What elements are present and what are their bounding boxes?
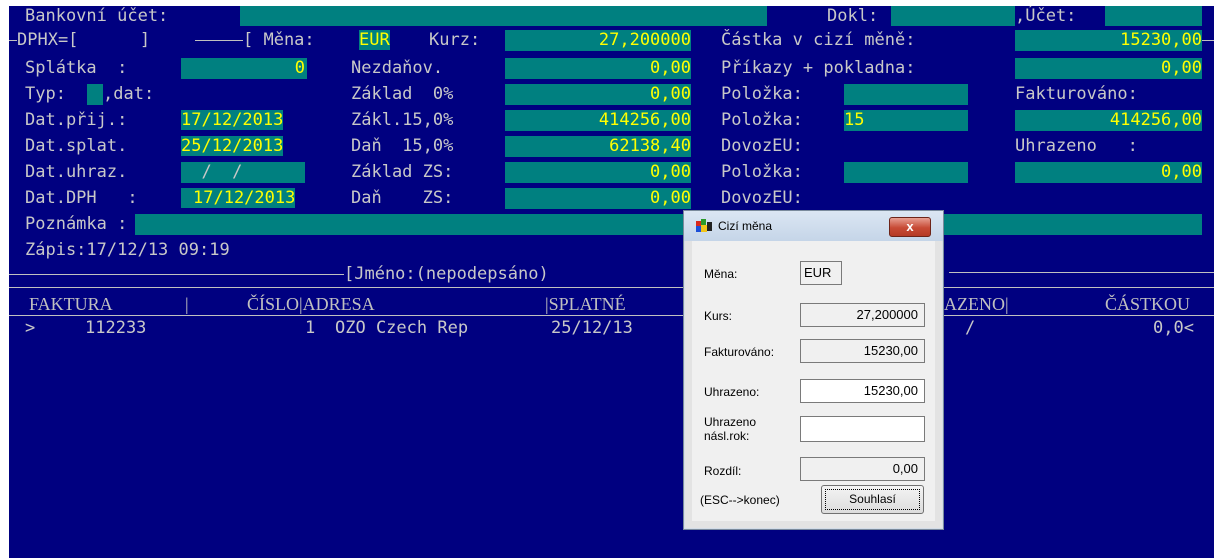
uhrazeno-nasl-label-2: násl.rok: bbox=[704, 429, 750, 443]
zakladzs-value: 0,00 bbox=[650, 162, 691, 182]
rozdil-field[interactable]: 0,00 bbox=[800, 457, 925, 481]
zakl15-label: Zákl.15,0% bbox=[351, 110, 454, 130]
cell-adresa: OZO Czech Rep bbox=[335, 318, 469, 338]
column-castkou[interactable]: ČÁSTKOU bbox=[1105, 293, 1190, 315]
danzs-value: 0,00 bbox=[650, 188, 691, 208]
poznamka-label: Poznámka : bbox=[25, 214, 128, 234]
rozdil-label: Rozdíl: bbox=[704, 464, 742, 478]
column-faktura[interactable]: FAKTURA bbox=[29, 293, 113, 315]
uhrazeno-input[interactable]: 15230,00 bbox=[800, 379, 925, 403]
polozka3-field[interactable] bbox=[844, 162, 968, 183]
fakturovano-label: Fakturováno: bbox=[1015, 84, 1138, 104]
mena-label: [ Měna: bbox=[243, 30, 315, 50]
souhlasi-button[interactable]: Souhlasí bbox=[821, 485, 924, 514]
nezdanov-label: Nezdaňov. bbox=[351, 58, 444, 78]
bank-account-field[interactable] bbox=[240, 6, 767, 26]
divider bbox=[949, 272, 1214, 273]
dialog-title: Cizí měna bbox=[718, 219, 773, 233]
zaklad0-value: 0,00 bbox=[650, 84, 691, 104]
divider bbox=[195, 40, 243, 41]
jmeno-label: [Jméno:(nepodepsáno) bbox=[344, 264, 549, 284]
dan15-value: 62138,40 bbox=[609, 136, 691, 156]
zakladzs-label: Základ ZS: bbox=[351, 162, 454, 182]
close-button[interactable]: x bbox=[889, 217, 931, 237]
dat-label: ,dat: bbox=[103, 84, 155, 104]
castka-value: 15230,00 bbox=[1120, 30, 1202, 50]
column-cislo-adresa[interactable]: ČÍSLO|ADRESA bbox=[247, 293, 375, 315]
uhrazeno-label: Uhrazeno: bbox=[704, 385, 760, 399]
ucet-field[interactable] bbox=[1105, 6, 1202, 26]
typ-label: Typ: bbox=[25, 84, 66, 104]
zaklad0-label: Základ 0% bbox=[351, 84, 454, 104]
column-separator: | bbox=[185, 294, 189, 314]
datsplat-value[interactable]: 25/12/2013 bbox=[181, 136, 284, 156]
divider bbox=[9, 315, 1214, 316]
daturhaz-value: / / bbox=[181, 162, 243, 182]
typ-field[interactable] bbox=[87, 84, 103, 105]
cell-cislo: 1 bbox=[305, 318, 316, 338]
splatka-label: Splátka : bbox=[25, 58, 128, 78]
uhrazeno-nasl-input[interactable] bbox=[800, 416, 925, 442]
fakturovano-label: Fakturováno: bbox=[704, 345, 775, 359]
esc-hint: (ESC-->konec) bbox=[700, 493, 780, 507]
divider bbox=[9, 40, 17, 41]
mena-label: Měna: bbox=[704, 267, 738, 281]
close-icon: x bbox=[906, 219, 914, 234]
divider bbox=[9, 287, 1214, 288]
dokl-label: Dokl: bbox=[827, 6, 879, 26]
fakturovano-field[interactable]: 15230,00 bbox=[800, 339, 925, 363]
divider bbox=[1202, 40, 1214, 41]
dialog-titlebar[interactable]: Cizí měna x bbox=[684, 211, 943, 241]
polozka2-label: Položka: bbox=[721, 110, 803, 130]
datdph-label: Dat.DPH : bbox=[25, 188, 138, 208]
uhrazeno-label: Uhrazeno : bbox=[1015, 136, 1138, 156]
foreign-currency-dialog: Cizí měna x Měna: EUR Kurs: 27,200000 Fa… bbox=[683, 210, 944, 530]
polozka3-label: Položka: bbox=[721, 162, 803, 182]
kurs-field[interactable]: 27,200000 bbox=[800, 303, 925, 327]
bank-account-label: Bankovní účet: bbox=[25, 6, 169, 26]
daturhaz-label: Dat.uhraz. bbox=[25, 162, 128, 182]
uhrazeno-nasl-label-1: Uhrazeno bbox=[704, 415, 757, 429]
polozka1-label: Položka: bbox=[721, 84, 803, 104]
zakl15-value: 414256,00 bbox=[598, 110, 691, 130]
dokl-field[interactable] bbox=[891, 6, 1015, 26]
uhrazeno-value: 0,00 bbox=[1161, 162, 1202, 182]
app-icon bbox=[696, 219, 712, 232]
dovozeu2-label: DovozEU: bbox=[721, 188, 803, 208]
mena-field[interactable]: EUR bbox=[800, 261, 842, 285]
dan15-label: Daň 15,0% bbox=[351, 136, 454, 156]
column-uhrazeno[interactable]: AZENO| bbox=[944, 293, 1009, 315]
datdph-value[interactable]: 17/12/2013 bbox=[181, 188, 296, 208]
datsplat-label: Dat.splat. bbox=[25, 136, 128, 156]
polozka2-value: 15 bbox=[844, 110, 865, 130]
row-marker: > bbox=[25, 318, 36, 338]
dovozeu1-label: DovozEU: bbox=[721, 136, 803, 156]
dialog-body: Měna: EUR Kurs: 27,200000 Fakturováno: 1… bbox=[692, 241, 935, 521]
ucet-label: ,Účet: bbox=[1015, 6, 1077, 26]
prikazy-value: 0,00 bbox=[1161, 58, 1202, 78]
prikazy-label: Příkazy + pokladna: bbox=[721, 58, 916, 78]
splatka-value: 0 bbox=[294, 58, 305, 78]
dphx-label: DPHX=[ ] bbox=[17, 30, 151, 50]
cell-uhrazeno: / bbox=[965, 318, 976, 338]
nezdanov-value: 0,00 bbox=[650, 58, 691, 78]
dos-screen: Bankovní účet: Dokl: ,Účet: DPHX=[ ] [ M… bbox=[9, 6, 1214, 558]
polozka1-field[interactable] bbox=[844, 84, 968, 105]
cell-faktura: 112233 bbox=[85, 318, 147, 338]
datprij-label: Dat.přij.: bbox=[25, 110, 128, 130]
divider bbox=[9, 274, 344, 275]
kurz-value: 27,200000 bbox=[598, 30, 691, 50]
datprij-value[interactable]: 17/12/2013 bbox=[181, 110, 284, 130]
fakturovano-value: 414256,00 bbox=[1109, 110, 1202, 130]
castka-label: Částka v cizí měně: bbox=[721, 30, 916, 50]
kurs-label: Kurs: bbox=[704, 309, 733, 323]
cell-splatne: 25/12/13 bbox=[551, 318, 633, 338]
column-splatne[interactable]: |SPLATNÉ bbox=[545, 293, 626, 315]
mena-value[interactable]: EUR bbox=[359, 30, 390, 50]
zapis-info: Zápis:17/12/13 09:19 bbox=[25, 240, 230, 260]
poznamka-field[interactable] bbox=[135, 214, 1202, 235]
kurz-label: Kurz: bbox=[429, 30, 481, 50]
danzs-label: Daň ZS: bbox=[351, 188, 454, 208]
cell-castka: 0,0< bbox=[1153, 318, 1194, 338]
